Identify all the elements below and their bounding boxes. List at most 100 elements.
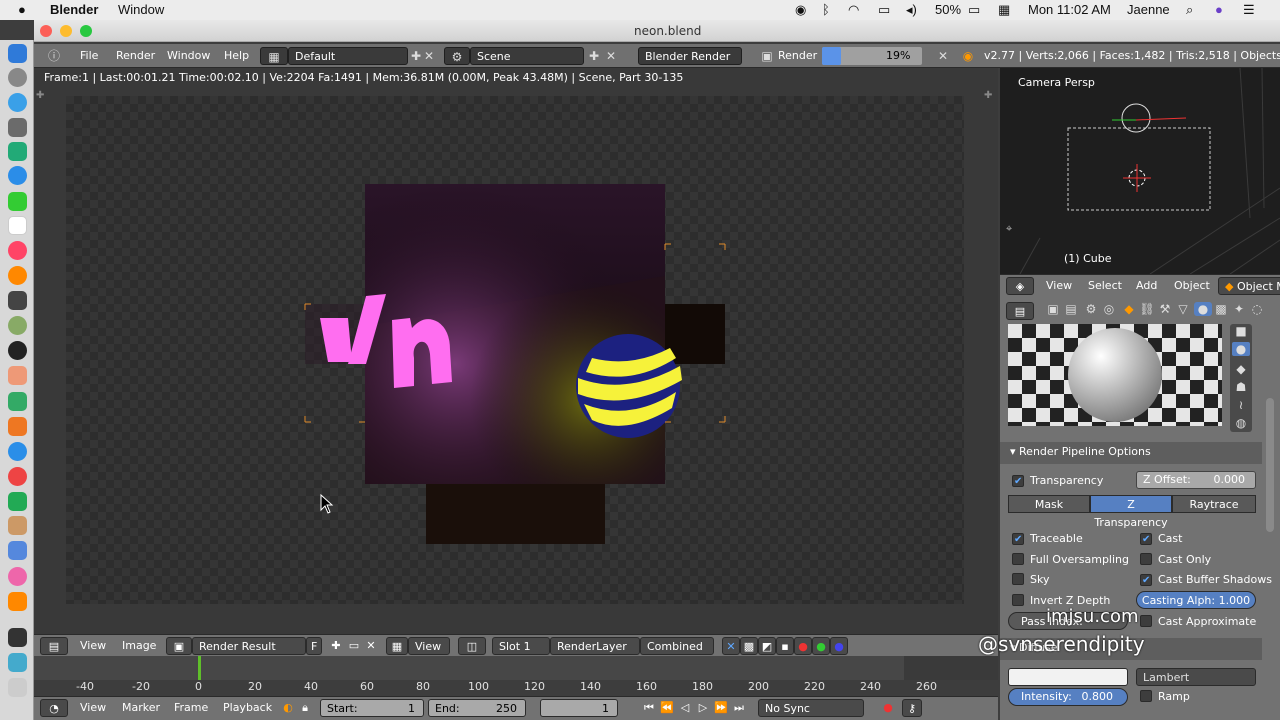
firefox-icon[interactable]	[8, 467, 27, 486]
render-pipeline-panel-header[interactable]: ▾ Render Pipeline Options	[1000, 442, 1262, 464]
menu-view[interactable]: View	[80, 699, 106, 717]
current-frame-marker[interactable]	[198, 656, 201, 680]
notification-icon[interactable]: ☰	[1243, 2, 1255, 18]
cancel-render-icon[interactable]: ✕	[936, 47, 950, 65]
trash-icon[interactable]	[8, 678, 27, 697]
image-browse-icon[interactable]: ▣	[166, 637, 192, 655]
wifi-icon[interactable]: ◠	[848, 2, 859, 18]
ibooks-icon[interactable]	[8, 266, 27, 285]
app-icon[interactable]	[8, 366, 27, 385]
minimize-window-icon[interactable]	[60, 25, 72, 37]
safari-icon[interactable]	[8, 93, 27, 112]
bluetooth-icon[interactable]: ᛒ	[822, 2, 830, 17]
app-menu[interactable]: Blender	[50, 2, 98, 17]
unlink-image-icon[interactable]: ✕	[364, 637, 378, 655]
photos-icon[interactable]	[8, 567, 27, 586]
ramp-checkbox[interactable]: Ramp	[1140, 690, 1190, 703]
clock[interactable]: Mon 11:02 AM	[1028, 2, 1111, 17]
gimp-icon[interactable]	[8, 316, 27, 335]
3d-editor-icon[interactable]: ◈	[1006, 277, 1034, 295]
close-window-icon[interactable]	[40, 25, 52, 37]
sync-select[interactable]: No Sync	[758, 699, 864, 717]
color-alpha-icon[interactable]: ✕	[722, 637, 740, 655]
fake-user-button[interactable]: F	[306, 637, 322, 655]
region-corner-icon[interactable]: ✚	[36, 90, 44, 101]
apple-icon[interactable]: ●	[18, 2, 26, 17]
raytrace-button[interactable]: Raytrace	[1172, 495, 1256, 513]
layout-icon[interactable]: ▦	[260, 47, 288, 65]
green-icon[interactable]: ●	[812, 637, 830, 655]
prev-key-icon[interactable]: ⏪	[658, 699, 676, 717]
diffuse-shader-select[interactable]: Lambert	[1136, 668, 1256, 686]
app-icon[interactable]	[8, 541, 27, 560]
end-frame-field[interactable]: End: 250	[428, 699, 526, 717]
app-icon[interactable]	[8, 516, 27, 535]
battery-percent[interactable]: 50%	[935, 2, 961, 17]
properties-scrollbar[interactable]	[1266, 398, 1274, 532]
scene-field[interactable]: Scene	[470, 47, 584, 65]
menu-view[interactable]: View	[1046, 277, 1072, 295]
jump-start-icon[interactable]: ⏮	[640, 699, 658, 717]
delete-layout-icon[interactable]: ✕	[422, 47, 436, 65]
current-frame-field[interactable]: 1	[540, 699, 618, 717]
z-transparency-button[interactable]: Z Transparency	[1090, 495, 1172, 529]
timeline[interactable]: -40 -20 0 20 40 60 80 100 120 140 160 18…	[34, 656, 998, 696]
app-icon[interactable]	[8, 291, 27, 310]
messages-icon[interactable]	[8, 192, 27, 211]
intensity-slider[interactable]: Intensity: 0.800	[1008, 688, 1128, 706]
transparency-checkbox[interactable]: Transparency	[1012, 474, 1103, 487]
cast-approximate-checkbox[interactable]: Cast Approximate	[1140, 615, 1256, 628]
texture-tab-icon[interactable]: ▩	[1212, 302, 1230, 316]
preview-sky-icon[interactable]: ◍	[1232, 416, 1250, 430]
terminal-icon[interactable]	[8, 628, 27, 647]
mode-select[interactable]: ◆ Object M	[1218, 277, 1280, 295]
properties-editor-icon[interactable]: ▤	[1006, 302, 1034, 320]
record-keys-icon[interactable]: ●	[880, 699, 896, 717]
menu-object[interactable]: Object	[1174, 277, 1210, 295]
object-tab-icon[interactable]: ◆	[1120, 302, 1138, 316]
app-icon[interactable]	[8, 341, 27, 360]
particles-tab-icon[interactable]: ✦	[1230, 302, 1248, 316]
scene-tab-icon[interactable]: ⚙	[1082, 302, 1100, 316]
image-editor[interactable]: Frame:1 | Last:00:01.21 Time:00:02.10 | …	[34, 68, 998, 634]
region-corner-icon[interactable]: ✚	[984, 90, 992, 101]
menu-playback[interactable]: Playback	[223, 699, 272, 717]
battery-icon[interactable]: ▭	[968, 2, 980, 18]
traceable-checkbox[interactable]: Traceable	[1012, 532, 1083, 545]
folder-icon[interactable]	[8, 653, 27, 672]
blender-icon[interactable]	[8, 417, 27, 436]
render-engine-select[interactable]: Blender Render	[638, 47, 742, 65]
timeline-ruler[interactable]: -40 -20 0 20 40 60 80 100 120 140 160 18…	[34, 680, 998, 696]
play-icon[interactable]: ▷	[694, 699, 712, 717]
render-icon[interactable]: ▣	[758, 47, 776, 65]
z-offset-field[interactable]: Z Offset: 0.000	[1136, 471, 1256, 489]
sky-checkbox[interactable]: Sky	[1012, 573, 1049, 586]
physics-tab-icon[interactable]: ◌	[1248, 302, 1266, 316]
open-image-icon[interactable]: ▭	[346, 637, 362, 655]
menu-help[interactable]: Help	[224, 47, 249, 65]
play-reverse-icon[interactable]: ◁	[676, 699, 694, 717]
compass-icon[interactable]	[8, 442, 27, 461]
user-name[interactable]: Jaenne	[1127, 2, 1170, 17]
menu-view[interactable]: View	[80, 637, 106, 655]
3d-viewport[interactable]: Camera Persp (1) Cube ⌖	[1000, 68, 1280, 274]
itunes-icon[interactable]	[8, 241, 27, 260]
preview-plane-icon[interactable]: ■	[1232, 324, 1250, 338]
casting-alpha-field[interactable]: Casting Alph: 1.000	[1136, 591, 1256, 609]
delete-scene-icon[interactable]: ✕	[604, 47, 618, 65]
slot-select[interactable]: Slot 1	[492, 637, 550, 655]
render-canvas[interactable]	[66, 96, 964, 604]
menu-image[interactable]: Image	[122, 637, 156, 655]
modifiers-tab-icon[interactable]: ⚒	[1156, 302, 1174, 316]
scene-icon[interactable]: ⚙	[444, 47, 470, 65]
cast-checkbox[interactable]: Cast	[1140, 532, 1182, 545]
layers-tab-icon[interactable]: ▤	[1062, 302, 1080, 316]
menu-render[interactable]: Render	[116, 47, 155, 65]
vlc-icon[interactable]	[8, 592, 27, 611]
launchpad-icon[interactable]	[8, 118, 27, 137]
blue-icon[interactable]: ●	[830, 637, 848, 655]
keying-set-icon[interactable]: ⚷	[902, 699, 922, 717]
system-prefs-icon[interactable]	[8, 68, 27, 87]
preview-monkey-icon[interactable]: ☗	[1232, 380, 1250, 394]
data-tab-icon[interactable]: ▽	[1174, 302, 1192, 316]
